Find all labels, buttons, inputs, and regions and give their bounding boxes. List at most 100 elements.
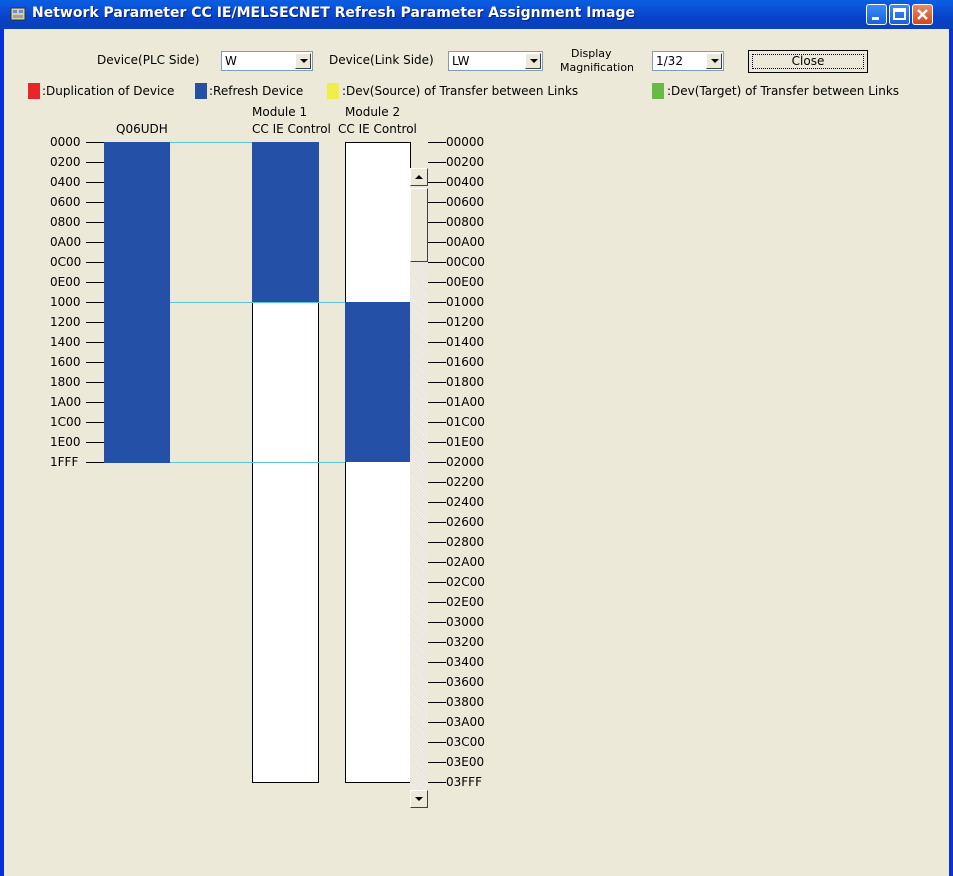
plc-column-header: Q06UDH (116, 122, 168, 136)
plc-axis-tick (86, 282, 104, 283)
link-axis-label: 01400 (446, 335, 485, 349)
link-side-select[interactable]: LW (448, 51, 543, 71)
link-axis-label: 01000 (446, 295, 485, 309)
magnification-value: 1/32 (656, 54, 683, 68)
link-axis-tick (428, 582, 446, 583)
source-swatch (327, 83, 339, 99)
link-axis-label: 02800 (446, 535, 485, 549)
magnification-select[interactable]: 1/32 (652, 51, 724, 71)
link-axis-tick (428, 382, 446, 383)
link-axis-label: 03800 (446, 695, 485, 709)
link-axis-label: 00A00 (446, 235, 485, 249)
plc-axis-tick (86, 402, 104, 403)
link-axis-label: 03FFF (446, 775, 482, 789)
plc-axis-tick (86, 302, 104, 303)
scroll-down-button[interactable] (410, 790, 428, 808)
link-axis-tick (428, 162, 446, 163)
module1-header-line2: CC IE Control (252, 122, 331, 136)
module1-refresh-bar (252, 142, 319, 302)
link-axis-label: 01200 (446, 315, 485, 329)
link-axis-label: 01C00 (446, 415, 485, 429)
link-axis-label: 00E00 (446, 275, 485, 289)
plc-axis-label: 0A00 (50, 235, 82, 249)
scroll-thumb[interactable] (410, 188, 428, 262)
minimize-icon (872, 17, 879, 20)
link-axis-label: 03600 (446, 675, 485, 689)
plc-axis-tick (86, 202, 104, 203)
mapping-line (170, 302, 345, 303)
plc-axis-label: 0800 (50, 215, 81, 229)
plc-axis-label: 1FFF (50, 455, 79, 469)
close-icon (917, 9, 928, 20)
plc-side-value: W (225, 54, 237, 68)
link-axis-tick (428, 602, 446, 603)
plc-axis-label: 1000 (50, 295, 81, 309)
legend-refresh: :Refresh Device (209, 84, 304, 98)
plc-axis-label: 1C00 (50, 415, 82, 429)
plc-axis-label: 1600 (50, 355, 81, 369)
link-axis-tick (428, 302, 446, 303)
link-axis-tick (428, 422, 446, 423)
legend-duplication: :Duplication of Device (42, 84, 175, 98)
link-axis-tick (428, 242, 446, 243)
link-axis-tick (428, 142, 446, 143)
plc-axis-tick (86, 222, 104, 223)
link-axis-label: 00600 (446, 195, 485, 209)
link-axis-label: 03000 (446, 615, 485, 629)
arrow-down-icon (415, 797, 423, 801)
plc-axis-tick (86, 342, 104, 343)
link-axis-label: 02000 (446, 455, 485, 469)
plc-side-label: Device(PLC Side) (97, 53, 200, 67)
close-button-label: Close (791, 54, 825, 68)
app-icon (10, 7, 26, 21)
link-axis-label: 02A00 (446, 555, 485, 569)
link-axis-tick (428, 502, 446, 503)
close-button[interactable]: Close (748, 50, 868, 73)
link-axis-tick (428, 262, 446, 263)
link-axis-label: 03E00 (446, 755, 485, 769)
link-axis-label: 00400 (446, 175, 485, 189)
scroll-up-button[interactable] (410, 168, 428, 186)
module2-column (345, 142, 411, 783)
minimize-button[interactable] (866, 4, 887, 25)
plc-axis-tick (86, 442, 104, 443)
link-axis-label: 00000 (446, 135, 485, 149)
duplication-swatch (28, 83, 40, 99)
link-axis-tick (428, 182, 446, 183)
plc-axis-label: 0400 (50, 175, 81, 189)
module2-refresh-bar (345, 302, 411, 462)
mapping-line (170, 462, 345, 463)
chevron-down-icon[interactable] (295, 53, 311, 69)
link-axis-label: 01E00 (446, 435, 485, 449)
title-bar[interactable]: Network Parameter CC IE/MELSECNET Refres… (0, 0, 953, 29)
link-axis-tick (428, 682, 446, 683)
link-axis-tick (428, 202, 446, 203)
close-window-button[interactable] (912, 4, 933, 25)
chevron-down-icon[interactable] (525, 53, 541, 69)
link-axis-label: 00200 (446, 155, 485, 169)
vertical-scrollbar[interactable] (410, 168, 428, 808)
legend-target: :Dev(Target) of Transfer between Links (667, 84, 900, 98)
link-axis-tick (428, 362, 446, 363)
magnification-label: Magnification (560, 61, 635, 74)
legend-source: :Dev(Source) of Transfer between Links (342, 84, 579, 98)
plc-axis-tick (86, 162, 104, 163)
chevron-down-icon[interactable] (706, 53, 722, 69)
plc-axis-label: 1400 (50, 335, 81, 349)
module2-header-line2: CC IE Control (338, 122, 417, 136)
maximize-button[interactable] (889, 4, 910, 25)
link-axis-tick (428, 622, 446, 623)
maximize-icon (893, 8, 906, 20)
link-axis-tick (428, 522, 446, 523)
client-area: Device(PLC Side) W Device(Link Side) LW … (4, 29, 949, 876)
display-label: Display (571, 47, 612, 60)
link-axis-label: 00C00 (446, 255, 485, 269)
link-axis-tick (428, 742, 446, 743)
plc-axis-label: 0200 (50, 155, 81, 169)
link-axis-tick (428, 222, 446, 223)
link-axis-label: 02200 (446, 475, 485, 489)
plc-axis-label: 0600 (50, 195, 81, 209)
link-axis-tick (428, 722, 446, 723)
plc-side-select[interactable]: W (221, 51, 313, 71)
refresh-swatch (195, 83, 207, 99)
